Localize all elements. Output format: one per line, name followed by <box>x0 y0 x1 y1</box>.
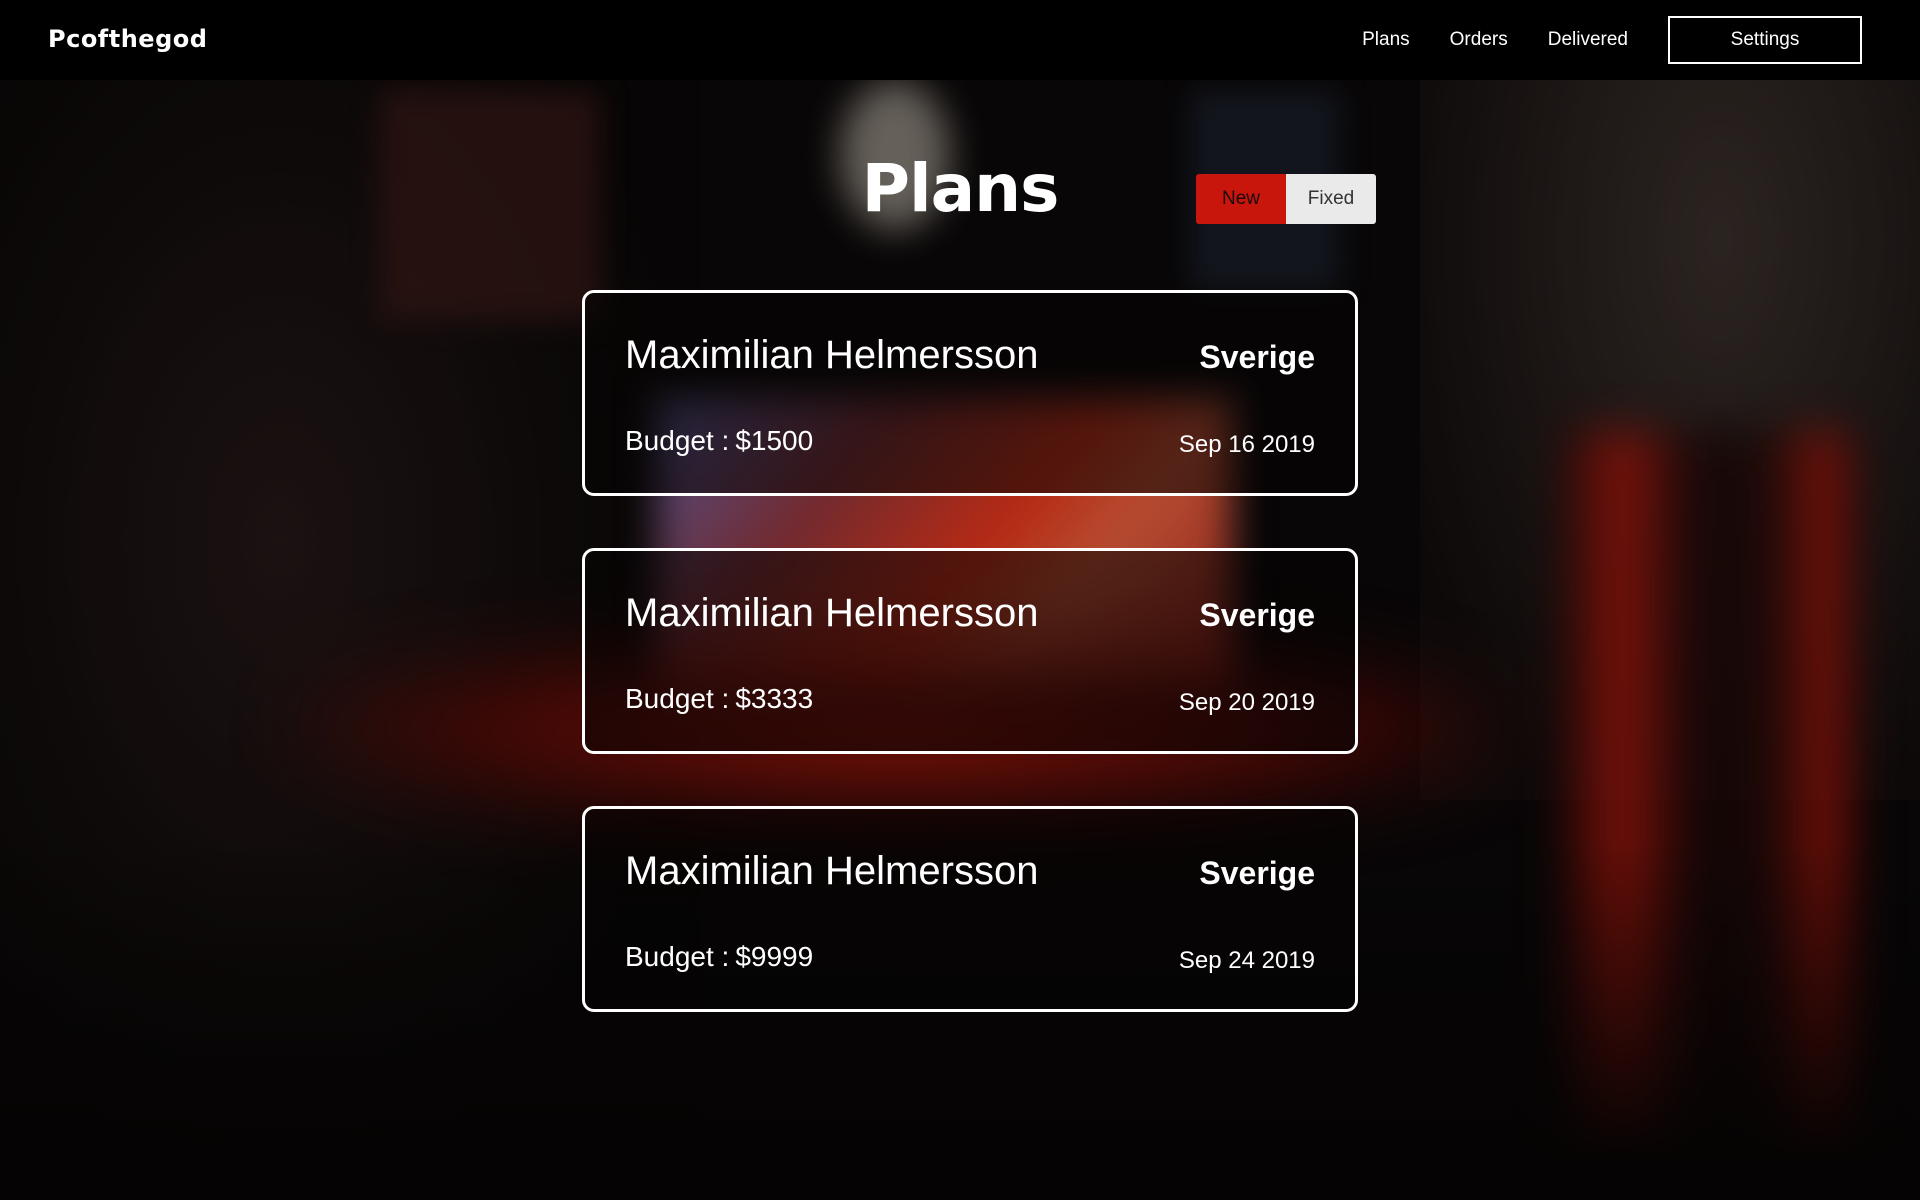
settings-button[interactable]: Settings <box>1668 16 1862 64</box>
toggle-fixed-button[interactable]: Fixed <box>1286 174 1376 224</box>
plan-budget-label: Budget : <box>625 425 730 456</box>
page-title: Plans <box>861 150 1060 227</box>
plan-date: Sep 24 2019 <box>1178 947 1315 974</box>
page: Pcofthegod Plans Orders Delivered Settin… <box>0 0 1920 1200</box>
plan-budget-label: Budget : <box>625 683 730 714</box>
top-navbar: Pcofthegod Plans Orders Delivered Settin… <box>0 0 1920 80</box>
plan-budget-value: $9999 <box>735 941 814 972</box>
plan-card[interactable]: Maximilian Helmersson Sverige Budget : $… <box>582 548 1358 754</box>
plan-customer-name: Maximilian Helmersson <box>625 333 1039 377</box>
plan-customer-name: Maximilian Helmersson <box>625 849 1039 893</box>
nav-links: Plans Orders Delivered Settings <box>1362 0 1920 80</box>
plan-customer-name: Maximilian Helmersson <box>625 591 1039 635</box>
plan-budget: Budget : $1500 <box>625 425 813 457</box>
plan-card[interactable]: Maximilian Helmersson Sverige Budget : $… <box>582 290 1358 496</box>
nav-link-orders[interactable]: Orders <box>1450 29 1508 51</box>
toggle-new-button[interactable]: New <box>1196 174 1286 224</box>
plan-filter-toggle: New Fixed <box>1196 174 1376 224</box>
nav-link-plans[interactable]: Plans <box>1362 29 1410 51</box>
plan-country: Sverige <box>1199 597 1315 633</box>
plan-budget: Budget : $3333 <box>625 683 813 715</box>
plan-budget-value: $1500 <box>735 425 814 456</box>
brand-logo[interactable]: Pcofthegod <box>48 25 207 53</box>
plan-country: Sverige <box>1199 339 1315 375</box>
plan-card[interactable]: Maximilian Helmersson Sverige Budget : $… <box>582 806 1358 1012</box>
nav-link-delivered[interactable]: Delivered <box>1548 29 1628 51</box>
plan-budget-value: $3333 <box>735 683 814 714</box>
plan-list: Maximilian Helmersson Sverige Budget : $… <box>582 290 1358 1064</box>
plan-country: Sverige <box>1199 855 1315 891</box>
plan-date: Sep 16 2019 <box>1178 431 1315 458</box>
plan-budget: Budget : $9999 <box>625 941 813 973</box>
plan-date: Sep 20 2019 <box>1178 689 1315 716</box>
plan-budget-label: Budget : <box>625 941 730 972</box>
